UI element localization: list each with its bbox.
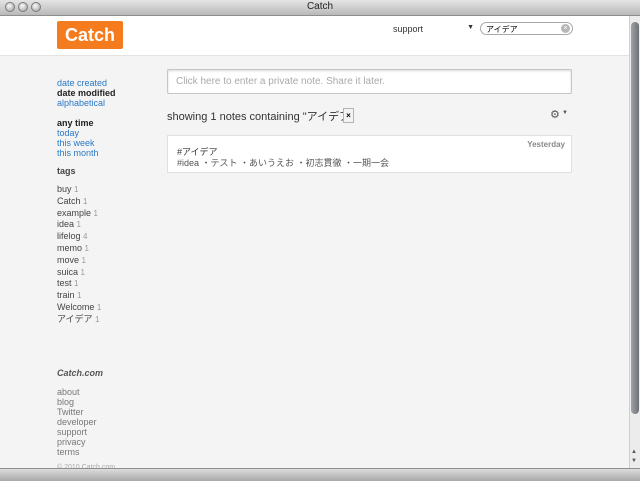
tag-item[interactable]: lifelog 4	[57, 231, 157, 243]
tags-heading: tags	[57, 166, 76, 176]
footer-link-privacy[interactable]: privacy	[57, 437, 97, 447]
window-bottombar	[0, 468, 640, 481]
footer-link-blog[interactable]: blog	[57, 397, 97, 407]
tag-count: 1	[74, 185, 79, 194]
sort-date-modified[interactable]: date modified	[57, 88, 157, 98]
tag-item[interactable]: buy 1	[57, 184, 157, 196]
vertical-scrollbar[interactable]: ▲ ▼	[629, 16, 640, 468]
catch-logo[interactable]: Catch	[57, 21, 123, 49]
support-dropdown[interactable]: support ▼	[393, 24, 474, 37]
tag-list: buy 1 Catch 1 example 1 idea 1 lifelog 4…	[57, 184, 157, 326]
note-date: Yesterday	[527, 140, 565, 149]
new-note-input[interactable]: Click here to enter a private note. Shar…	[167, 69, 572, 94]
filter-this-week[interactable]: this week	[57, 138, 157, 148]
tag-item[interactable]: suica 1	[57, 267, 157, 279]
tag-item[interactable]: Welcome 1	[57, 302, 157, 314]
sort-alphabetical[interactable]: alphabetical	[57, 98, 157, 108]
footer-brand: Catch.com	[57, 368, 104, 378]
scroll-down-icon[interactable]: ▼	[631, 457, 637, 465]
note-card[interactable]: #アイデア #idea ・テスト ・あいうえお ・初志貫徹 ・一期一会 Yest…	[167, 135, 572, 173]
sidebar: date created date modified alphabetical …	[57, 78, 157, 326]
window-titlebar: Catch	[0, 0, 640, 16]
tag-count: 1	[81, 255, 86, 265]
search-input[interactable]: アイデア ×	[480, 22, 573, 35]
clear-filter-button[interactable]: ×	[343, 108, 354, 123]
filter-today[interactable]: today	[57, 128, 157, 138]
tag-count: 1	[93, 208, 98, 218]
tag-count: 1	[95, 314, 100, 324]
tag-count: 1	[84, 243, 89, 253]
gear-icon[interactable]: ⚙	[550, 108, 560, 121]
scrollbar-thumb[interactable]	[631, 22, 639, 414]
chevron-down-icon: ▼	[562, 110, 568, 116]
tag-count: 1	[77, 291, 82, 301]
footer-link-about[interactable]: about	[57, 387, 97, 397]
footer-link-developer[interactable]: developer	[57, 417, 97, 427]
tag-count: 1	[96, 302, 102, 312]
support-dropdown-label: support	[393, 24, 424, 34]
search-input-value: アイデア	[486, 25, 518, 34]
tag-count: 1	[74, 279, 79, 289]
tag-item[interactable]: アイデア 1	[57, 314, 157, 326]
chevron-down-icon: ▼	[467, 24, 474, 31]
sort-date-created[interactable]: date created	[57, 78, 157, 88]
footer-link-terms[interactable]: terms	[57, 447, 97, 457]
tag-item[interactable]: idea 1	[57, 219, 157, 231]
clear-icon[interactable]: ×	[561, 24, 570, 33]
tag-item[interactable]: memo 1	[57, 243, 157, 255]
tag-count: 1	[83, 196, 88, 206]
app-header: Catch support ▼ アイデア ×	[0, 16, 629, 56]
filter-any-time[interactable]: any time	[57, 118, 157, 128]
tag-item[interactable]: train 1	[57, 290, 157, 302]
filter-this-month[interactable]: this month	[57, 148, 157, 158]
tag-count: 4	[83, 232, 88, 242]
footer-link-twitter[interactable]: Twitter	[57, 407, 97, 417]
window-title: Catch	[306, 1, 334, 12]
note-body: #idea ・テスト ・あいうえお ・初志貫徹 ・一期一会	[177, 158, 390, 168]
filter-status: showing 1 notes containing "アイデア"	[167, 111, 355, 123]
tag-count: 1	[76, 220, 81, 230]
tag-item[interactable]: Catch 1	[57, 196, 157, 208]
tag-item[interactable]: example 1	[57, 208, 157, 220]
tag-item[interactable]: move 1	[57, 255, 157, 267]
footer-links: about blog Twitter developer support pri…	[57, 387, 97, 457]
tag-item[interactable]: test 1	[57, 278, 157, 290]
tag-count: 1	[80, 267, 85, 277]
footer-link-support[interactable]: support	[57, 427, 97, 437]
scroll-up-icon[interactable]: ▲	[631, 448, 637, 456]
